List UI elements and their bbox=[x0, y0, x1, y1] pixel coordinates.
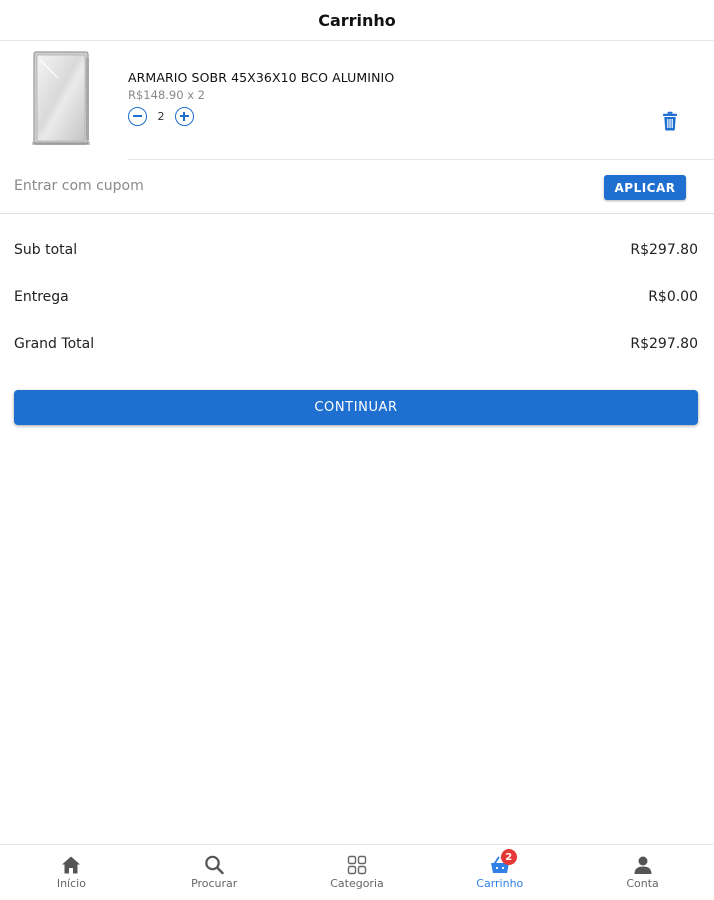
user-icon bbox=[634, 856, 652, 874]
cart-item: ARMARIO SOBR 45X36X10 BCO ALUMINIO R$148… bbox=[0, 41, 714, 160]
decrease-quantity-button[interactable] bbox=[128, 107, 147, 126]
delivery-label: Entrega bbox=[14, 288, 69, 305]
app-header: Carrinho bbox=[0, 0, 714, 41]
cart-item-info: ARMARIO SOBR 45X36X10 BCO ALUMINIO R$148… bbox=[128, 70, 394, 126]
mirror-cabinet-image bbox=[32, 51, 90, 145]
item-name: ARMARIO SOBR 45X36X10 BCO ALUMINIO bbox=[128, 70, 395, 85]
delivery-value: R$0.00 bbox=[648, 288, 698, 305]
order-totals: Sub total R$297.80 Entrega R$0.00 Grand … bbox=[0, 226, 714, 367]
grand-total-row: Grand Total R$297.80 bbox=[14, 320, 698, 367]
cart-badge: 2 bbox=[500, 849, 517, 865]
nav-label-home: Início bbox=[56, 877, 86, 890]
subtotal-row: Sub total R$297.80 bbox=[14, 226, 698, 273]
nav-item-category[interactable]: Categoria bbox=[286, 845, 429, 900]
minus-icon bbox=[133, 115, 142, 117]
nav-label-search: Procurar bbox=[191, 877, 238, 890]
delivery-row: Entrega R$0.00 bbox=[14, 273, 698, 320]
quantity-value: 2 bbox=[157, 110, 165, 123]
coupon-input[interactable] bbox=[14, 173, 574, 199]
page-title: Carrinho bbox=[318, 10, 396, 30]
grid-icon bbox=[347, 855, 367, 875]
grand-total-label: Grand Total bbox=[14, 335, 95, 352]
search-icon bbox=[205, 855, 224, 875]
grand-total-value: R$297.80 bbox=[630, 335, 698, 352]
increase-quantity-button[interactable] bbox=[175, 107, 194, 126]
plus-icon-vertical bbox=[183, 112, 185, 121]
subtotal-value: R$297.80 bbox=[630, 241, 698, 258]
nav-label-category: Categoria bbox=[330, 877, 384, 890]
coupon-row: APLICAR bbox=[0, 160, 714, 214]
continue-button[interactable]: CONTINUAR bbox=[14, 390, 698, 425]
bottom-navigation: Início Procurar Categoria 2 Carrinho Con… bbox=[0, 844, 714, 900]
home-icon bbox=[62, 856, 81, 874]
nav-item-home[interactable]: Início bbox=[0, 845, 143, 900]
cart-icon-wrapper: 2 bbox=[489, 849, 517, 876]
nav-item-search[interactable]: Procurar bbox=[143, 845, 286, 900]
item-price-line: R$148.90 x 2 bbox=[128, 88, 205, 102]
nav-item-cart[interactable]: 2 Carrinho bbox=[428, 845, 571, 900]
nav-item-account[interactable]: Conta bbox=[571, 845, 714, 900]
nav-label-account: Conta bbox=[626, 877, 659, 890]
nav-label-cart: Carrinho bbox=[476, 877, 524, 890]
subtotal-label: Sub total bbox=[14, 241, 78, 258]
apply-coupon-button[interactable]: APLICAR bbox=[604, 175, 686, 200]
trash-icon[interactable] bbox=[662, 111, 678, 131]
quantity-stepper: 2 bbox=[128, 107, 394, 126]
